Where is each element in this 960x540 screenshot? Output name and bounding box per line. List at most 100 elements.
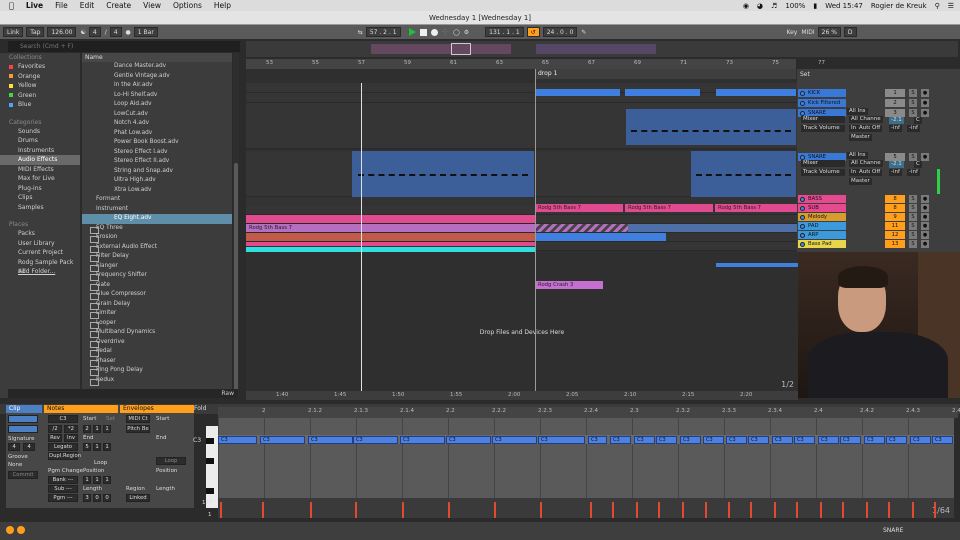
pos-bar[interactable]: 1 (83, 476, 91, 484)
pan-value[interactable]: C (914, 117, 922, 124)
track-fold-icon[interactable] (800, 232, 805, 238)
velocity-bar[interactable] (682, 502, 684, 518)
metronome-dot-icon[interactable]: ● (126, 29, 131, 36)
track-name[interactable]: Bass Pad (798, 240, 846, 248)
pad-clip[interactable] (628, 224, 798, 232)
midi-note[interactable]: C3 (446, 436, 491, 444)
notes-tab[interactable]: Notes (44, 405, 118, 413)
browser-file-item[interactable]: Stereo Effect I.adv (82, 148, 232, 158)
track-fold-icon[interactable] (800, 241, 805, 247)
pan-value-2[interactable]: C (914, 161, 922, 168)
midi-note[interactable]: C3 (634, 436, 655, 444)
double-button[interactable]: *2 (64, 425, 78, 433)
track-fold-icon[interactable] (800, 100, 805, 106)
solo-button[interactable]: S (909, 240, 917, 248)
bass-clip-a[interactable]: Rodg 5th Bass 7 (535, 204, 623, 212)
arm-icon[interactable]: ● (921, 240, 929, 248)
follow-icon[interactable]: ⇆ (358, 29, 363, 36)
track-fold-icon[interactable] (800, 154, 805, 160)
start-bar[interactable]: 2 (83, 425, 91, 433)
velocity-bar[interactable] (448, 502, 450, 518)
user-name[interactable]: Rogier de Kreuk (871, 2, 927, 10)
velocity-bar[interactable] (636, 502, 638, 518)
input-channel-select[interactable]: All Channe (849, 116, 883, 123)
pos-sixteenth[interactable]: 1 (103, 476, 111, 484)
automation-arm-icon[interactable]: ◯ (453, 29, 460, 36)
end-bar[interactable]: 5 (83, 443, 91, 451)
category-midi-effects[interactable]: MIDI Effects (0, 165, 80, 175)
midi-note[interactable]: C3 (932, 436, 953, 444)
clip-sig-num[interactable]: 4 (8, 443, 20, 451)
midi-note-editor[interactable]: C3 C3 C3 C3 C3 C3 C3 C3 C3 C3 C3 C3 C3 C3 C3 C3 C3 C3 C3 C3… (218, 418, 954, 498)
browser-file-item[interactable]: Phat Low.adv (82, 129, 232, 139)
halve-button[interactable]: /2 (48, 425, 62, 433)
collection-green[interactable]: Green (0, 91, 80, 101)
midi-note[interactable]: C3 (588, 436, 607, 444)
time-sig-denominator[interactable]: 4 (109, 27, 122, 37)
melody-clip[interactable] (246, 233, 536, 241)
midi-note[interactable]: C3 (864, 436, 885, 444)
track-activator[interactable]: 9 (885, 213, 905, 221)
loop-length-field[interactable]: 24 . 0 . 0 (542, 27, 578, 37)
track-name[interactable]: KICK (798, 89, 846, 97)
velocity-bar[interactable] (820, 502, 822, 518)
mixer-select-2[interactable]: Mixer (801, 160, 845, 167)
pgm-field[interactable]: Pgm --- (48, 494, 78, 502)
link-button[interactable]: Link (3, 27, 24, 37)
output-master[interactable]: Master (849, 134, 872, 141)
midi-note[interactable]: C3 (794, 436, 815, 444)
browser-file-item[interactable]: Dance Master.adv (82, 62, 232, 72)
env-loop-button[interactable]: Loop (156, 457, 186, 465)
locator-label[interactable]: drop 1 (538, 70, 557, 77)
battery-percent[interactable]: 100% (785, 2, 805, 10)
solo-button[interactable]: S (909, 213, 917, 221)
place-packs[interactable]: Packs (0, 229, 80, 239)
arm-icon[interactable]: ● (921, 109, 929, 117)
solo-button[interactable]: S (909, 109, 917, 117)
menu-file[interactable]: File (55, 1, 68, 10)
browser-folder-item[interactable]: Glue Compressor (82, 290, 232, 300)
browser-folder-item[interactable]: Frequency Shifter (82, 271, 232, 281)
browser-file-item[interactable]: Power Book Boost.adv (82, 138, 232, 148)
kick-clip[interactable] (535, 89, 620, 96)
detail-ruler[interactable]: 2 2.1.2 2.1.3 2.1.4 2.2 2.2.2 2.2.3 2.2.4 2.3 2.3… (218, 407, 960, 418)
solo-button[interactable]: S (909, 204, 917, 212)
menu-view[interactable]: View (143, 1, 161, 10)
note-name-field[interactable]: C3 (48, 415, 78, 423)
track-fold-icon[interactable] (800, 90, 805, 96)
browser-scrollbar[interactable] (233, 53, 239, 398)
velocity-bar[interactable] (220, 502, 222, 518)
track-fold-icon[interactable] (800, 214, 805, 220)
duplicate-region-button[interactable]: Dupl.Region (48, 452, 81, 460)
capture-icon[interactable]: ⚙ (464, 29, 469, 36)
midi-note[interactable]: C3 (492, 436, 537, 444)
song-position[interactable]: 57 . 2 . 1 (365, 27, 401, 37)
envelope-device-select[interactable]: MIDI Ct (126, 415, 150, 423)
track-header[interactable]: SUB 8 S ● (797, 204, 960, 213)
browser-file-item[interactable]: Notch 4.adv (82, 119, 232, 129)
track-volume-value-2[interactable]: -2.1 (889, 161, 904, 168)
arm-icon[interactable]: ● (921, 195, 929, 203)
midi-note[interactable]: C3 (910, 436, 931, 444)
overview-toggle-icon[interactable] (17, 526, 25, 534)
browser-file-item[interactable]: In the Air.adv (82, 81, 232, 91)
black-key[interactable] (206, 488, 214, 494)
collection-orange[interactable]: Orange (0, 72, 80, 82)
solo-button[interactable]: S (909, 231, 917, 239)
clock[interactable]: Wed 15:47 (825, 2, 863, 10)
sub-clip[interactable]: Rodg 5th Bass 7 (246, 224, 536, 232)
gamepad-icon[interactable]: ◉ (743, 2, 749, 10)
browser-folder-item[interactable]: EQ Three (82, 224, 232, 233)
velocity-bar[interactable] (402, 502, 404, 518)
place-sample-pack[interactable]: Rodg Sample Pack v1 (0, 258, 80, 276)
midi-note[interactable]: C3 (703, 436, 724, 444)
midi-note[interactable]: C3 (748, 436, 769, 444)
arm-icon[interactable]: ● (921, 213, 929, 221)
loop-label[interactable]: Loop (94, 460, 107, 466)
arm-icon[interactable]: ● (921, 99, 929, 107)
track-fold-icon[interactable] (800, 223, 805, 229)
arm-icon[interactable]: ● (921, 89, 929, 97)
velocity-bar[interactable] (774, 502, 776, 518)
arrangement-view[interactable]: drop 1 Rodg 5th Bass 7 Rodg 5th Bass 7 R… (246, 69, 798, 391)
midi-note[interactable]: C3 (610, 436, 631, 444)
